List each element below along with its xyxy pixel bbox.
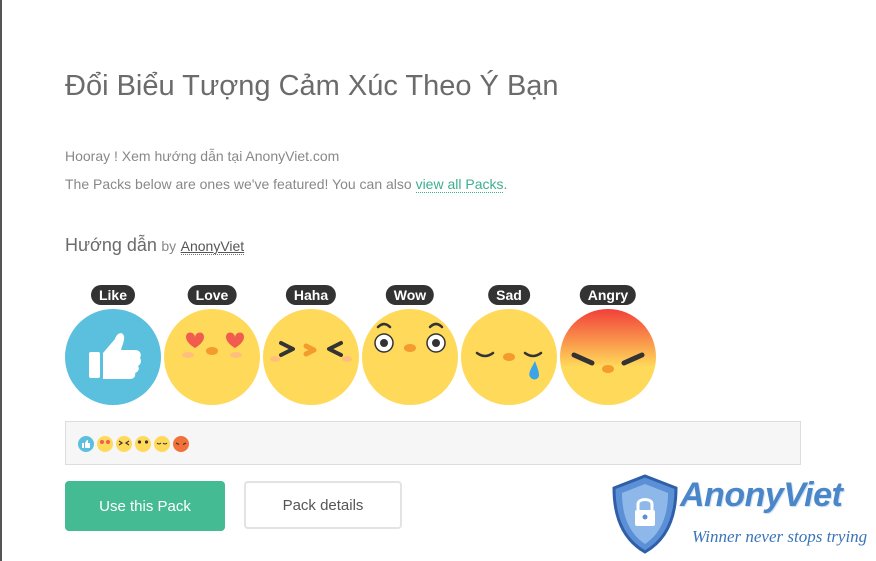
mini-sad-icon — [154, 436, 170, 452]
reaction-sad[interactable]: Sad — [461, 285, 557, 410]
pack-author-link[interactable]: AnonyViet — [180, 238, 245, 255]
mini-like-icon — [78, 436, 94, 452]
angry-face-icon — [560, 309, 656, 405]
surprised-face-icon — [362, 309, 458, 405]
pack-heading: Hướng dẫn by AnonyViet — [65, 235, 245, 256]
reaction-emoji-row: Like Love Haha Wow Sad Angry — [65, 285, 665, 410]
laughing-face-icon — [263, 309, 359, 405]
intro-featured-text: The Packs below are ones we've featured!… — [65, 176, 508, 193]
mini-wow-icon — [135, 436, 151, 452]
reaction-label-haha: Haha — [285, 285, 337, 305]
pack-name: Hướng dẫn — [65, 235, 157, 255]
reaction-label-like: Like — [90, 285, 136, 305]
shield-lock-icon — [612, 474, 678, 554]
reaction-haha[interactable]: Haha — [263, 285, 359, 410]
reaction-label-love: Love — [187, 285, 237, 305]
mini-haha-icon — [116, 436, 132, 452]
mini-reactions-preview — [65, 421, 801, 465]
reaction-wow[interactable]: Wow — [362, 285, 458, 410]
intro-text: Hooray ! Xem hướng dẫn tại AnonyViet.com — [65, 148, 340, 164]
intro-featured-prefix: The Packs below are ones we've featured!… — [65, 176, 416, 192]
window-edge — [0, 0, 2, 561]
reaction-love[interactable]: Love — [164, 285, 260, 410]
reaction-label-angry: Angry — [579, 285, 637, 305]
anonyviet-watermark: AnonyViet Winner never stops trying — [608, 470, 870, 555]
reaction-label-sad: Sad — [488, 285, 530, 305]
sad-face-icon — [461, 309, 557, 405]
brand-name: AnonyViet — [680, 476, 843, 514]
view-all-packs-link[interactable]: view all Packs — [415, 176, 504, 193]
thumbs-up-icon — [65, 309, 161, 405]
mini-angry-icon — [173, 436, 189, 452]
page-title: Đổi Biểu Tượng Cảm Xúc Theo Ý Bạn — [65, 70, 559, 102]
pack-by-label: by — [161, 238, 177, 254]
use-this-pack-button[interactable]: Use this Pack — [65, 481, 225, 531]
intro-featured-suffix: . — [503, 176, 508, 192]
brand-slogan: Winner never stops trying — [692, 527, 868, 546]
reaction-angry[interactable]: Angry — [560, 285, 656, 410]
reaction-label-wow: Wow — [385, 285, 435, 305]
love-face-icon — [164, 309, 260, 405]
mini-love-icon — [97, 436, 113, 452]
pack-details-button[interactable]: Pack details — [244, 481, 402, 529]
reaction-like[interactable]: Like — [65, 285, 161, 410]
